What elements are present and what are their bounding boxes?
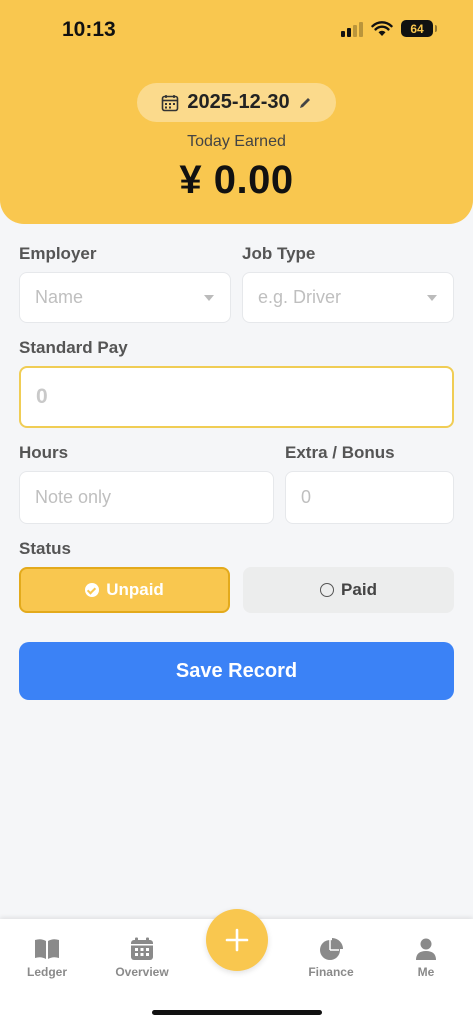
empty-circle-icon <box>320 583 335 597</box>
standard-pay-placeholder: 0 <box>36 385 48 408</box>
battery-icon: 64 <box>401 20 437 37</box>
signal-icon <box>341 21 363 37</box>
nav-ledger[interactable]: Ledger <box>7 937 87 979</box>
pencil-icon <box>299 97 310 108</box>
nav-me-label: Me <box>417 965 435 979</box>
extra-bonus-input[interactable]: 0 <box>285 471 454 524</box>
date-text: 2025-12-30 <box>187 91 290 113</box>
book-icon <box>35 939 59 959</box>
check-circle-icon <box>85 583 100 597</box>
hours-label: Hours <box>19 443 69 462</box>
nav-overview-label: Overview <box>115 965 169 979</box>
status-bar: 10:13 64 <box>0 0 473 60</box>
earned-label: Today Earned <box>187 133 286 150</box>
unpaid-label: Unpaid <box>106 580 164 599</box>
extra-bonus-placeholder: 0 <box>301 487 312 507</box>
nav-ledger-label: Ledger <box>26 965 67 979</box>
wifi-icon <box>371 20 393 36</box>
header: 10:13 64 2025-12-30 Today Earned ¥ 0.00 <box>0 0 473 224</box>
calendar-icon <box>162 94 179 111</box>
add-record-fab[interactable] <box>206 909 268 971</box>
battery-level: 64 <box>410 21 424 36</box>
job-type-select[interactable]: e.g. Driver <box>242 272 454 323</box>
status-time: 10:13 <box>62 18 116 41</box>
calendar-icon <box>131 937 153 960</box>
hours-placeholder: Note only <box>35 487 112 507</box>
job-type-placeholder: e.g. Driver <box>258 287 342 307</box>
status-label: Status <box>19 539 71 558</box>
hours-input[interactable]: Note only <box>19 471 274 524</box>
employer-placeholder: Name <box>35 287 84 307</box>
home-indicator <box>152 1010 322 1015</box>
standard-pay-input[interactable]: 0 <box>19 366 454 428</box>
job-type-label: Job Type <box>242 244 316 263</box>
paid-toggle[interactable]: Paid <box>243 567 454 613</box>
nav-overview[interactable]: Overview <box>102 937 182 979</box>
employer-select[interactable]: Name <box>19 272 231 323</box>
plus-icon <box>225 928 249 952</box>
date-picker-button[interactable]: 2025-12-30 <box>137 83 336 122</box>
nav-finance-label: Finance <box>308 965 354 979</box>
nav-finance[interactable]: Finance <box>291 937 371 979</box>
extra-bonus-label: Extra / Bonus <box>285 443 395 462</box>
standard-pay-label: Standard Pay <box>19 338 128 357</box>
person-icon <box>416 938 436 960</box>
save-record-button[interactable]: Save Record <box>19 642 454 700</box>
status-icons: 64 <box>341 20 437 37</box>
unpaid-toggle[interactable]: Unpaid <box>19 567 230 613</box>
pie-chart-icon <box>320 938 343 960</box>
paid-label: Paid <box>341 580 377 599</box>
earned-value: ¥ 0.00 <box>179 158 294 202</box>
nav-me[interactable]: Me <box>386 937 466 979</box>
employer-label: Employer <box>19 244 97 263</box>
